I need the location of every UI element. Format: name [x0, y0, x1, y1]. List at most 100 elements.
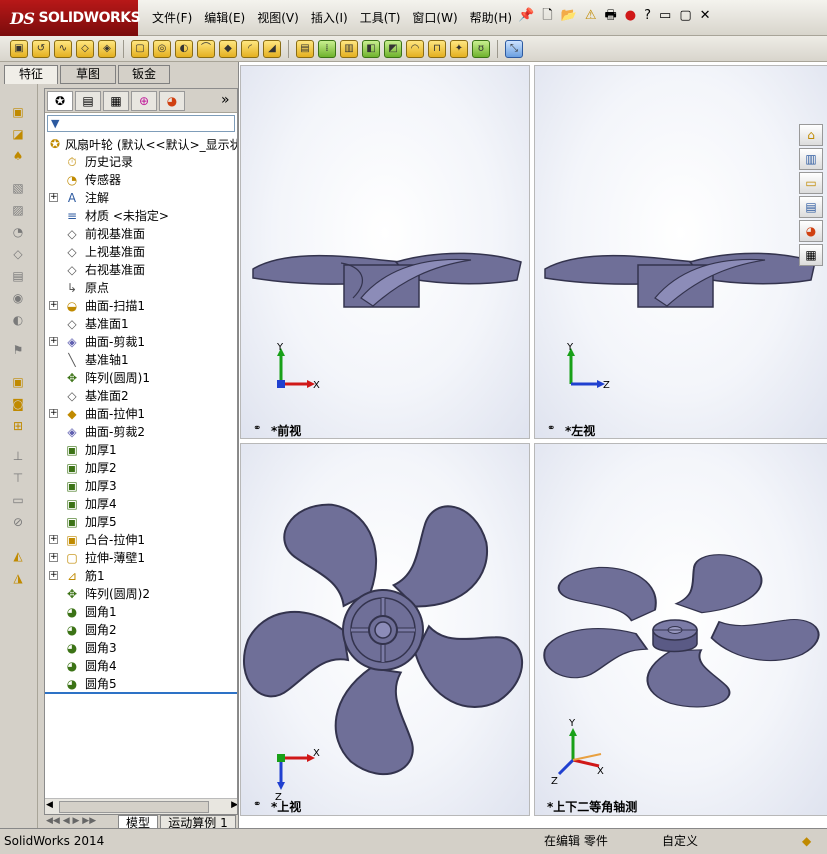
design-library-icon[interactable]: ▥ [799, 148, 823, 170]
cut-sweep-icon[interactable]: ⌒ [197, 39, 215, 58]
status-units[interactable]: 自定义 [662, 833, 698, 849]
cut-revolve-icon[interactable]: ◐ [175, 39, 193, 58]
link-view-icon[interactable]: ⚭ [547, 423, 555, 434]
graphics-area[interactable]: ⌕ ⊕ ↶ ◨ ⬡▾ ⬢▾ 👁▾ ◕ ✺▾ ▣▾ ▭ ▥ ❐ ✕ [238, 62, 827, 828]
viewport-front[interactable]: Y X *前视 ⚭ [240, 65, 530, 439]
rollback-bar[interactable] [45, 692, 237, 694]
dimxpert-tab-icon[interactable]: ⊕ [131, 91, 157, 111]
shell-icon[interactable]: ▥ [340, 39, 358, 58]
revolve-icon[interactable]: ↺ [32, 39, 50, 58]
linear-pattern-icon[interactable]: ⁞ [318, 39, 336, 58]
expand-toggle-icon[interactable]: + [49, 553, 58, 562]
expand-toggle-icon[interactable]: + [49, 535, 58, 544]
expand-toggle-icon[interactable]: + [49, 301, 58, 310]
tree-item-label: 加厚3 [85, 479, 117, 493]
expand-toggle-icon[interactable]: + [49, 409, 58, 418]
mirror-icon[interactable]: ◧ [362, 39, 380, 58]
flex-icon[interactable]: ◮ [9, 570, 27, 586]
wrap-icon[interactable]: ◩ [384, 39, 402, 58]
home-icon[interactable]: ⌂ [799, 124, 823, 146]
surface-extrude-icon: ◆ [67, 407, 77, 421]
deform-icon[interactable]: ◭ [9, 548, 27, 564]
tree-item-label: 基准面1 [85, 317, 129, 331]
traffic-light-icon[interactable]: ● [625, 7, 636, 25]
open-icon[interactable]: 📂 [561, 7, 577, 25]
tab-nav-icons[interactable]: ◀◀ ◀ ▶ ▶▶ [46, 816, 96, 826]
menu-bar: DS SOLIDWORKS 文件(F) 编辑(E) 视图(V) 插入(I) 工具… [0, 0, 827, 36]
expand-toggle-icon[interactable]: + [49, 337, 58, 346]
surface-icon[interactable]: ▣ [9, 374, 27, 390]
expand-toggle-icon[interactable]: + [49, 193, 58, 202]
reference-icon[interactable]: ⚑ [9, 342, 27, 358]
help-status-icon[interactable]: ◆ [802, 833, 811, 849]
reference-geometry-icon[interactable]: ✦ [450, 39, 468, 58]
scrollbar-thumb[interactable] [59, 801, 209, 813]
property-manager-tab-icon[interactable]: ▤ [75, 91, 101, 111]
tree-item-label: 曲面-剪裁1 [85, 335, 145, 349]
view-palette-icon[interactable]: ▤ [799, 196, 823, 218]
tab-sketch[interactable]: 草图 [60, 65, 116, 84]
menu-file[interactable]: 文件(F) [146, 9, 198, 26]
fan-top-view [242, 503, 524, 776]
fillet-icon: ◕ [66, 605, 78, 619]
help-icon[interactable]: ? [644, 7, 651, 25]
viewport-top[interactable]: X Z *上视 ⚭ [240, 443, 530, 816]
viewport-left[interactable]: Y Z *左视 ⚭ [534, 65, 827, 439]
tree-item-label: 上视基准面 [85, 245, 146, 259]
menu-insert[interactable]: 插入(I) [305, 9, 354, 26]
revolve-boss-icon[interactable]: ◪ [9, 126, 27, 142]
menu-edit[interactable]: 编辑(E) [198, 9, 251, 26]
pattern-tool-icon[interactable]: ⊞ [9, 418, 27, 434]
solidworks-logo[interactable]: DS SOLIDWORKS [0, 0, 141, 36]
close-icon[interactable]: ✕ [700, 7, 711, 25]
expand-toggle-icon[interactable]: + [49, 571, 58, 580]
extrude-boss-icon[interactable]: ▣ [10, 39, 28, 58]
rib-icon[interactable]: ▤ [296, 39, 314, 58]
intersect-icon[interactable]: ⊓ [428, 39, 446, 58]
feature-manager-tab-icon[interactable]: ✪ [47, 91, 73, 111]
link-view-icon[interactable]: ⚭ [253, 423, 261, 434]
left-view-model: Y Z [544, 252, 816, 391]
menu-window[interactable]: 窗口(W) [406, 9, 463, 26]
boundary-icon[interactable]: ◈ [98, 39, 116, 58]
scroll-right-icon[interactable]: ▶ [231, 800, 237, 810]
menu-view[interactable]: 视图(V) [251, 9, 305, 26]
boss-extrude-icon: ▣ [66, 533, 78, 547]
pin-icon[interactable]: 📌 [518, 7, 534, 25]
file-explorer-icon[interactable]: ▭ [799, 172, 823, 194]
link-view-icon[interactable]: ⚭ [253, 799, 261, 810]
print-icon[interactable]: 🖶 [604, 7, 616, 25]
expand-tabs-icon[interactable]: » [221, 92, 230, 108]
shell-tool-icon[interactable]: ◙ [9, 396, 27, 412]
extrude-icon[interactable]: ▣ [9, 104, 27, 120]
menu-tools[interactable]: 工具(T) [354, 9, 407, 26]
display-manager-tab-icon[interactable]: ◕ [159, 91, 185, 111]
appearances-icon[interactable]: ◕ [799, 220, 823, 242]
tab-sheet-metal[interactable]: 钣金 [118, 65, 170, 84]
custom-properties-icon[interactable]: ▦ [799, 244, 823, 266]
curves-icon[interactable]: ʊ [472, 39, 490, 58]
viewport-trimetric[interactable]: Y X Z *上下二等角轴测 [534, 443, 827, 816]
chamfer-icon[interactable]: ◢ [263, 39, 281, 58]
instant3d-icon[interactable]: ⤡ [505, 39, 523, 58]
save-icon[interactable]: ⚠ [585, 7, 597, 25]
tree-horizontal-scrollbar[interactable]: ◀ ▶ [45, 798, 237, 814]
tree-item-label: 加厚2 [85, 461, 117, 475]
cut-loft-icon[interactable]: ◆ [219, 39, 237, 58]
sweep-icon[interactable]: ∿ [54, 39, 72, 58]
restore-icon[interactable]: ▢ [679, 7, 691, 25]
configuration-manager-tab-icon[interactable]: ▦ [103, 91, 129, 111]
menu-help[interactable]: 帮助(H) [464, 9, 518, 26]
loft-icon[interactable]: ◇ [76, 39, 94, 58]
new-document-icon[interactable]: 🗋 [542, 7, 552, 25]
dome-icon[interactable]: ◠ [406, 39, 424, 58]
fillet-icon[interactable]: ◜ [241, 39, 259, 58]
extrude-cut-icon[interactable]: ▢ [131, 39, 149, 58]
features-toolbar: ▣ ↺ ∿ ◇ ◈ ▢ ◎ ◐ ⌒ ◆ ◜ ◢ ▤ ⁞ ▥ ◧ ◩ ◠ ⊓ ✦ … [0, 36, 827, 62]
minimize-icon[interactable]: ▭ [659, 7, 671, 25]
sweep-boss-icon[interactable]: ♠ [9, 148, 27, 164]
scroll-left-icon[interactable]: ◀ [46, 800, 53, 810]
tab-features[interactable]: 特征 [4, 65, 58, 84]
tree-filter[interactable]: ▼ [47, 115, 235, 132]
hole-wizard-icon[interactable]: ◎ [153, 39, 171, 58]
